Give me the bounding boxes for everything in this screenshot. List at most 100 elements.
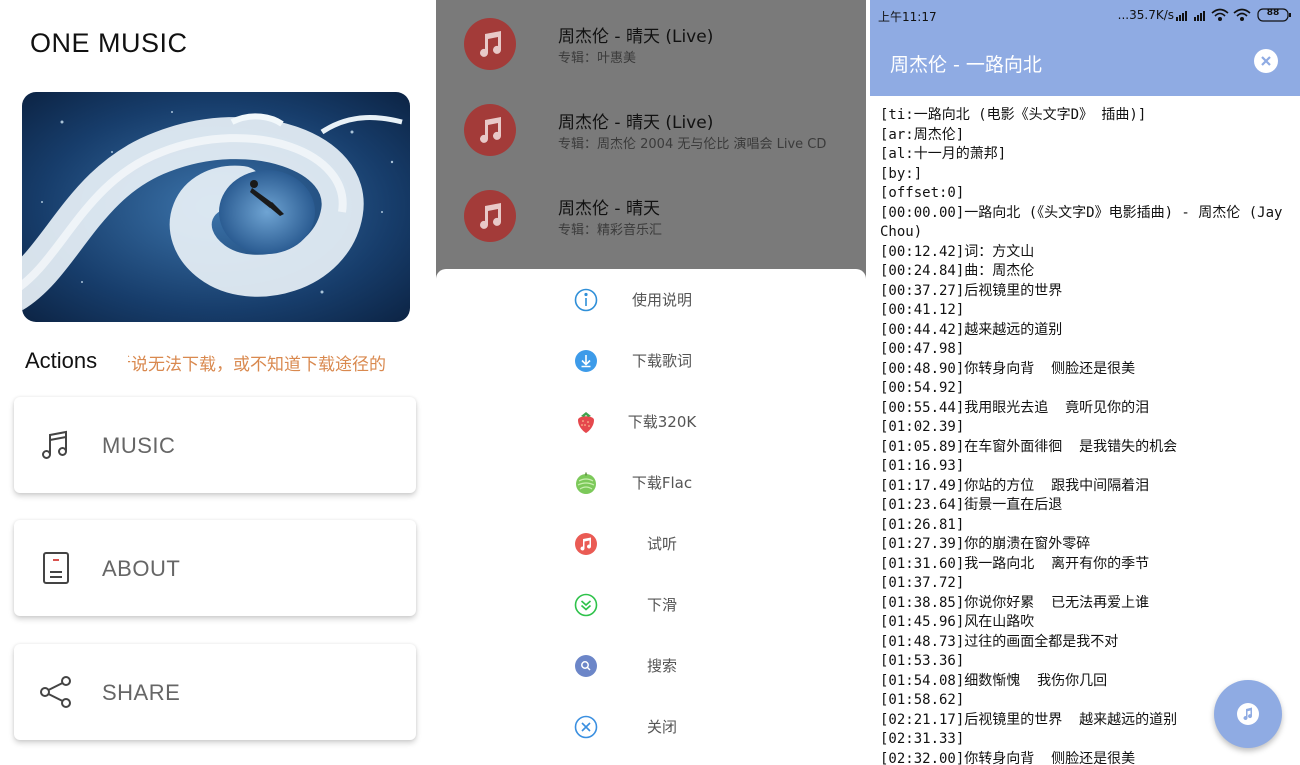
menu-item-label: 使用说明 [631, 291, 692, 309]
music-card-label: MUSIC [102, 433, 176, 458]
play-fab[interactable] [1214, 680, 1282, 748]
lyrics-panel: 上午11:17 ...35.7K/s 88 周杰伦 - 一路向北 [ti:一路向… [870, 0, 1300, 765]
share-card[interactable]: SHARE [14, 644, 416, 740]
song-row[interactable]: 周杰伦 - 晴天 (Live) 专辑：周杰伦 2004 无与伦比 演唱会 Liv… [436, 86, 866, 172]
lyric-line: [01:02.39] [880, 419, 965, 435]
lyric-line: [00:48.90]你转身向背 侧脸还是很美 [880, 360, 1136, 377]
music-note-icon [1237, 703, 1259, 725]
lyrics-header: 周杰伦 - 一路向北 [870, 30, 1300, 96]
lyric-line: [00:44.42]越来越远的道别 [880, 321, 1063, 338]
lyric-line: [01:17.49]你站的方位 跟我中间隔着泪 [880, 477, 1150, 494]
lyric-line: [00:47.98] [880, 341, 965, 357]
menu-item-scroll-down[interactable]: 下滑 [436, 574, 866, 635]
wifi-icon [1233, 8, 1251, 22]
hero-artwork [22, 92, 410, 322]
close-button[interactable] [1254, 49, 1278, 73]
menu-item-label: 下载320K [627, 413, 697, 431]
share-icon [38, 674, 74, 710]
info-icon [574, 288, 598, 312]
lyrics-title: 周杰伦 - 一路向北 [890, 54, 1042, 76]
download-icon [574, 349, 598, 373]
song-row[interactable]: 周杰伦 - 晴天 专辑：精彩音乐汇 [436, 172, 866, 258]
lyric-line: [01:23.64]街景一直在后退 [880, 497, 1063, 513]
marquee-notice: 听说无法下载，或不知道下载途径的 [128, 350, 412, 376]
network-speed: ...35.7K/s [1117, 8, 1174, 22]
lyric-line: [00:24.84]曲：周杰伦 [880, 263, 1035, 279]
menu-item-download-320k[interactable]: 下载320K [436, 391, 866, 452]
lyrics-text: [ti:一路向北 (电影《头文字D》 插曲)] [ar:周杰伦] [al:十一月的萧… [880, 106, 1290, 765]
music-disc-icon [464, 18, 516, 70]
menu-item-download-lyrics[interactable]: 下载歌词 [436, 330, 866, 391]
lyric-line: [01:53.36] [880, 653, 965, 669]
lyric-line: [00:41.12] [880, 302, 965, 318]
hero-illustration [22, 92, 410, 322]
status-time: 上午11:17 [878, 10, 937, 24]
lyric-line: [02:32.00]你转身向背 侧脸还是很美 [880, 750, 1136, 765]
menu-item-download-flac[interactable]: 下载Flac [436, 452, 866, 513]
status-bar: 上午11:17 ...35.7K/s 88 [870, 0, 1300, 30]
lyric-line: [00:55.44]我用眼光去追 竟听见你的泪 [880, 399, 1150, 416]
home-panel: ONE MUSIC Actions 听说无法下载，或不知道下载途径的 MUSIC… [0, 0, 432, 765]
about-card[interactable]: ABOUT [14, 520, 416, 616]
menu-item-label: 关闭 [646, 718, 677, 736]
menu-item-label: 下滑 [646, 596, 677, 614]
actions-heading: Actions [25, 348, 98, 373]
song-title: 周杰伦 - 晴天 [558, 199, 660, 219]
signal-icon [1194, 11, 1205, 21]
chevron-down-icon [574, 593, 598, 617]
melon-icon [574, 471, 598, 495]
close-icon [574, 715, 598, 739]
lyric-line: [01:26.81] [880, 516, 965, 533]
song-title: 周杰伦 - 晴天 (Live) [558, 113, 714, 133]
lyric-line: [00:54.92] [880, 380, 965, 396]
action-bottom-sheet: 使用说明 下载歌词 下载320K 下载Flac 试听 下滑 搜索 关闭 [436, 269, 866, 765]
music-card[interactable]: MUSIC [14, 397, 416, 493]
status-icons: 88 [1176, 6, 1294, 24]
song-album: 专辑：叶惠美 [558, 51, 637, 66]
lyric-line: [00:37.27]后视镜里的世界 [880, 282, 1063, 299]
music-disc-icon [464, 104, 516, 156]
lyric-line: [01:16.93] [880, 458, 965, 474]
lyric-line: [01:45.96]风在山路吹 [880, 614, 1035, 630]
signal-icon [1176, 11, 1187, 21]
battery-level: 88 [1266, 8, 1280, 18]
song-row[interactable]: 周杰伦 - 晴天 (Live) 专辑：叶惠美 [436, 0, 866, 86]
music-note-icon [38, 427, 74, 463]
close-icon [1261, 56, 1271, 66]
strawberry-icon [574, 410, 598, 434]
lyric-line: [al:十一月的萧邦] [880, 146, 1007, 162]
lyric-line: [offset:0] [880, 185, 965, 201]
menu-item-label: 下载Flac [631, 474, 693, 492]
menu-item-label: 搜索 [646, 657, 677, 675]
menu-item-preview[interactable]: 试听 [436, 513, 866, 574]
music-note-icon [574, 532, 598, 556]
lyric-line: [ar:周杰伦] [880, 126, 965, 143]
marquee-text: 听说无法下载，或不知道下载途径的 [128, 355, 386, 375]
search-icon [574, 654, 598, 678]
lyric-line: [00:12.42]词：方文山 [880, 243, 1035, 260]
lyric-line: [01:27.39]你的崩溃在窗外零碎 [880, 536, 1091, 552]
menu-item-close[interactable]: 关闭 [436, 696, 866, 757]
lyric-line: [01:37.72] [880, 575, 965, 591]
lyric-line: [01:05.89]在车窗外面徘徊 是我错失的机会 [880, 438, 1178, 455]
menu-item-instructions[interactable]: 使用说明 [436, 269, 866, 330]
share-card-label: SHARE [102, 680, 181, 705]
song-title: 周杰伦 - 晴天 (Live) [558, 27, 714, 47]
lyric-line: [01:31.60]我一路向北 离开有你的季节 [880, 555, 1150, 572]
lyric-line: [01:38.85]你说你好累 已无法再爱上谁 [880, 594, 1150, 611]
song-album: 专辑：周杰伦 2004 无与伦比 演唱会 Live CD [558, 137, 827, 152]
song-list-panel: 周杰伦 - 晴天 (Live) 专辑：叶惠美 周杰伦 - 晴天 (Live) 专… [436, 0, 866, 765]
lyric-line: [01:48.73]过往的画面全都是我不对 [880, 633, 1119, 650]
app-title: ONE MUSIC [30, 28, 188, 58]
music-disc-icon [464, 190, 516, 242]
wifi-icon [1211, 8, 1229, 22]
lyric-line: [ti:一路向北 (电影《头文字D》 插曲)] [880, 107, 1147, 123]
document-icon [38, 550, 74, 586]
lyric-line: [00:00.00]一路向北 (《头文字D》电影插曲) - 周杰伦 (Jay C… [880, 204, 1291, 241]
about-card-label: ABOUT [102, 556, 181, 581]
song-album: 专辑：精彩音乐汇 [558, 223, 663, 238]
menu-item-search[interactable]: 搜索 [436, 635, 866, 696]
menu-item-label: 下载歌词 [631, 352, 692, 370]
lyric-line: [by:] [880, 165, 923, 182]
menu-item-label: 试听 [646, 535, 677, 553]
